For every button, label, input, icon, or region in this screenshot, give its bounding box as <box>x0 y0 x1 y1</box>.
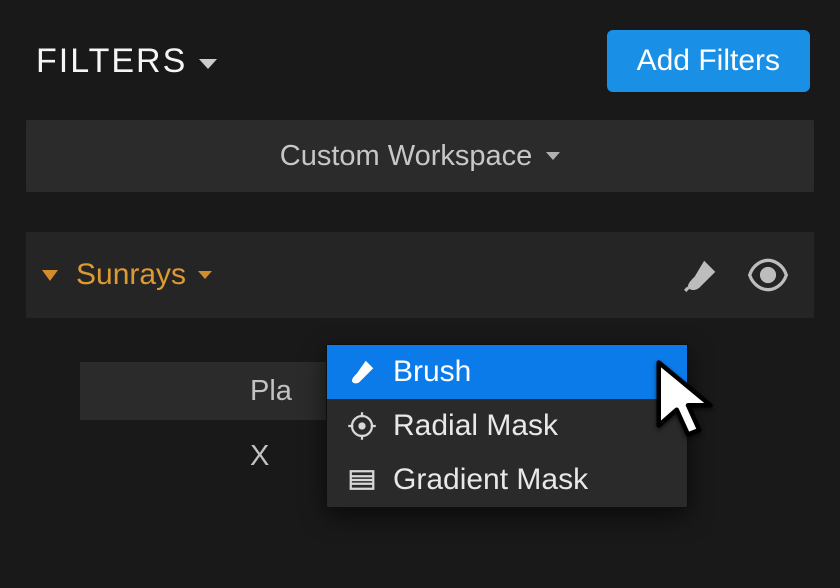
radial-mask-icon <box>345 409 379 443</box>
gradient-mask-icon <box>345 463 379 497</box>
filter-row-sunrays[interactable]: Sunrays <box>26 232 814 318</box>
panel-header: FILTERS Add Filters <box>0 0 840 120</box>
add-filters-button[interactable]: Add Filters <box>607 30 810 92</box>
workspace-selector[interactable]: Custom Workspace <box>26 120 814 192</box>
brush-icon[interactable] <box>682 256 720 294</box>
mask-item-label: Gradient Mask <box>393 463 588 497</box>
cursor-pointer-icon <box>652 358 724 448</box>
mask-item-label: Radial Mask <box>393 409 558 443</box>
mask-menu-item-brush[interactable]: Brush <box>327 345 687 399</box>
chevron-down-icon[interactable] <box>198 271 212 279</box>
mask-menu-item-radial[interactable]: Radial Mask <box>327 399 687 453</box>
place-label: Pla <box>250 375 292 408</box>
chevron-down-icon <box>546 152 560 160</box>
place-sun-row[interactable]: Pla <box>80 362 326 420</box>
chevron-down-icon <box>199 59 217 69</box>
collapse-toggle-icon[interactable] <box>42 270 58 281</box>
filters-title: FILTERS <box>36 42 187 81</box>
brush-icon <box>345 355 379 389</box>
mask-menu-item-gradient[interactable]: Gradient Mask <box>327 453 687 507</box>
workspace-label: Custom Workspace <box>280 140 533 173</box>
filters-dropdown[interactable]: FILTERS <box>36 42 217 81</box>
visibility-eye-icon[interactable] <box>720 253 790 297</box>
filter-name: Sunrays <box>76 258 186 292</box>
mask-type-menu: Brush Radial Mask Gradient Mask <box>326 344 688 508</box>
mask-item-label: Brush <box>393 355 471 389</box>
